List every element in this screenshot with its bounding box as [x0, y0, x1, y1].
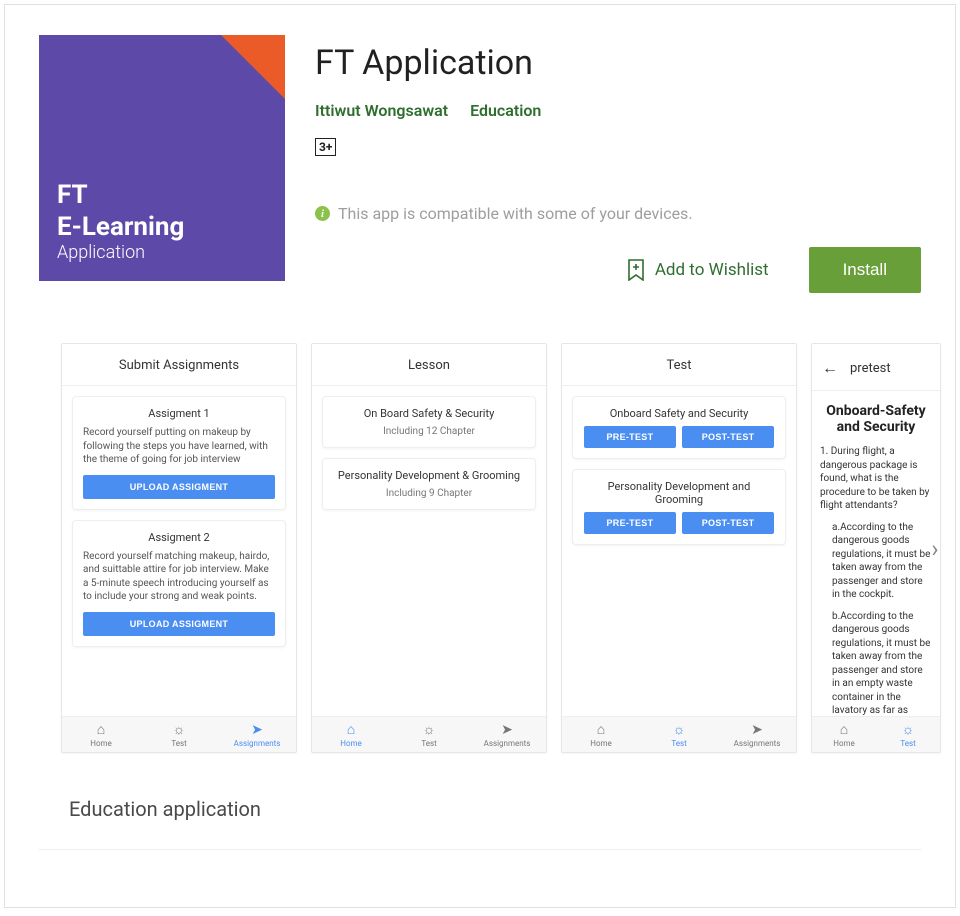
carousel-next-button[interactable]: ›	[921, 535, 949, 563]
posttest-button[interactable]: POST-TEST	[682, 512, 774, 534]
compat-text: This app is compatible with some of your…	[338, 204, 693, 223]
add-to-wishlist-button[interactable]: Add to Wishlist	[627, 259, 769, 281]
chevron-right-icon: ›	[931, 535, 938, 563]
nav-assignments[interactable]: ➤Assignments	[468, 717, 546, 752]
send-icon: ➤	[718, 722, 796, 738]
back-arrow-icon[interactable]: ←	[822, 358, 838, 378]
app-icon-line3: Application	[57, 242, 184, 263]
question-text: 1. During flight, a dangerous package is…	[816, 445, 936, 513]
screenshot-3[interactable]: Test Onboard Safety and Security PRE-TES…	[561, 343, 797, 753]
lesson-card[interactable]: Personality Development & Grooming Inclu…	[322, 458, 536, 510]
bulb-icon: ☼	[876, 722, 940, 738]
nav-home[interactable]: ⌂Home	[62, 717, 140, 752]
lesson-sub: Including 12 Chapter	[333, 426, 525, 437]
pretest-button[interactable]: PRE-TEST	[584, 512, 676, 534]
test-card: Personality Development and Grooming PRE…	[572, 469, 786, 545]
bulb-icon: ☼	[140, 722, 218, 738]
lesson-sub: Including 9 Chapter	[333, 488, 525, 499]
screenshot-2[interactable]: Lesson On Board Safety & Security Includ…	[311, 343, 547, 753]
nav-test[interactable]: ☼Test	[876, 717, 940, 752]
app-icon-triangle	[221, 35, 285, 99]
send-icon: ➤	[468, 722, 546, 738]
nav-home[interactable]: ⌂Home	[312, 717, 390, 752]
screenshot-1[interactable]: Submit Assignments Assigment 1 Record yo…	[61, 343, 297, 753]
home-icon: ⌂	[312, 722, 390, 738]
lesson-card[interactable]: On Board Safety & Security Including 12 …	[322, 396, 536, 448]
pretest-label: pretest	[850, 361, 891, 376]
pretest-button[interactable]: PRE-TEST	[584, 426, 676, 448]
posttest-button[interactable]: POST-TEST	[682, 426, 774, 448]
test-title: Onboard Safety and Security	[583, 407, 775, 420]
send-icon: ➤	[218, 722, 296, 738]
nav-test[interactable]: ☼Test	[140, 717, 218, 752]
nav-home[interactable]: ⌂Home	[812, 717, 876, 752]
lesson-title: Personality Development & Grooming	[333, 469, 525, 482]
nav-assignments[interactable]: ➤Assignments	[218, 717, 296, 752]
bookmark-plus-icon	[627, 259, 645, 281]
assignment-card: Assigment 2 Record yourself matching mak…	[72, 520, 286, 647]
install-button[interactable]: Install	[809, 247, 921, 293]
app-icon-line1: FT	[57, 180, 184, 210]
test-card: Onboard Safety and Security PRE-TEST POS…	[572, 396, 786, 459]
nav-test[interactable]: ☼Test	[390, 717, 468, 752]
assignment-desc: Record yourself matching makeup, hairdo,…	[83, 550, 275, 604]
bulb-icon: ☼	[640, 722, 718, 738]
answer-option[interactable]: a.According to the dangerous goods regul…	[816, 521, 936, 602]
nav-test[interactable]: ☼Test	[640, 717, 718, 752]
app-description: Education application	[69, 797, 955, 821]
lesson-title: On Board Safety & Security	[333, 407, 525, 420]
wishlist-label: Add to Wishlist	[655, 260, 769, 280]
screenshot-header: Lesson	[312, 344, 546, 386]
assignment-title: Assigment 2	[83, 531, 275, 544]
test-title: Personality Development and Grooming	[583, 480, 775, 506]
content-rating-badge: 3+	[315, 138, 336, 156]
nav-assignments[interactable]: ➤Assignments	[718, 717, 796, 752]
screenshot-carousel[interactable]: Submit Assignments Assigment 1 Record yo…	[5, 343, 955, 755]
info-icon: i	[315, 206, 330, 221]
assignment-title: Assigment 1	[83, 407, 275, 420]
divider	[39, 849, 921, 850]
screenshot-header: ← pretest	[812, 344, 940, 391]
bulb-icon: ☼	[390, 722, 468, 738]
nav-home[interactable]: ⌂Home	[562, 717, 640, 752]
home-icon: ⌂	[62, 722, 140, 738]
screenshot-header: Submit Assignments	[62, 344, 296, 386]
screenshot-header: Test	[562, 344, 796, 386]
home-icon: ⌂	[812, 722, 876, 738]
app-icon-line2: E-Learning	[57, 212, 184, 242]
developer-link[interactable]: Ittiwut Wongsawat	[315, 101, 448, 120]
upload-assignment-button[interactable]: UPLOAD ASSIGMENT	[83, 475, 275, 499]
category-link[interactable]: Education	[470, 101, 541, 120]
app-title: FT Application	[315, 43, 921, 83]
upload-assignment-button[interactable]: UPLOAD ASSIGMENT	[83, 612, 275, 636]
home-icon: ⌂	[562, 722, 640, 738]
assignment-card: Assigment 1 Record yourself putting on m…	[72, 396, 286, 510]
app-icon[interactable]: FT E-Learning Application	[39, 35, 285, 281]
answer-option[interactable]: b.According to the dangerous goods regul…	[816, 610, 936, 717]
assignment-desc: Record yourself putting on makeup by fol…	[83, 426, 275, 467]
app-icon-text: FT E-Learning Application	[57, 180, 184, 263]
pretest-title: Onboard-Safety and Security	[820, 403, 932, 435]
